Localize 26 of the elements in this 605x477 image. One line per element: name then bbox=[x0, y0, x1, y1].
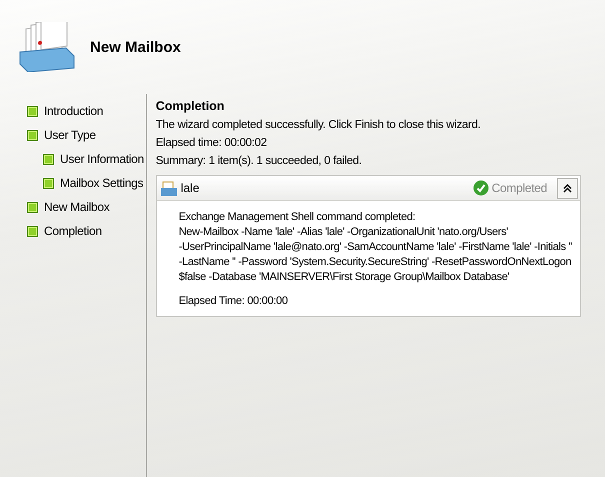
double-chevron-icon bbox=[563, 184, 572, 192]
mailbox-icon bbox=[160, 180, 177, 196]
summary-text: The wizard completed successfully. Click Finish to close this wizard. bbox=[156, 118, 482, 133]
status-marker-icon bbox=[27, 130, 38, 140]
mailbox-tray-icon bbox=[18, 22, 76, 72]
step-label[interactable]: Completion bbox=[44, 224, 102, 238]
wizard-title: New Mailbox bbox=[90, 38, 181, 56]
status-marker-icon bbox=[43, 154, 54, 164]
command-output: Exchange Management Shell command completed: New-Mailbox -Name 'lale' -Alias 'lale' -OrganizationalUnit 'nato.org/Users' -UserPrincipalName 'lale@nato.org' -SamAccountName 'lale' -FirstName 'lale' -Initials '' -LastName '' -Password 'System.Security.SecureString' -ResetPasswordOnNextLogon $false -Database 'MAINSERVER\First Storage Group\Mailbox Database' bbox=[178, 210, 573, 285]
summary-text: Elapsed time: 00:00:02 bbox=[156, 136, 268, 151]
step-label[interactable]: Introduction bbox=[44, 104, 104, 118]
step-label[interactable]: New Mailbox bbox=[44, 200, 110, 214]
status-marker-icon bbox=[43, 178, 54, 188]
step-label[interactable]: User Information bbox=[60, 152, 144, 166]
step-label[interactable]: Mailbox Settings bbox=[60, 176, 144, 190]
item-name: lale bbox=[180, 181, 200, 195]
section-heading: Completion bbox=[156, 99, 226, 113]
status-marker-icon bbox=[27, 202, 38, 212]
check-icon bbox=[472, 180, 489, 196]
status-marker-icon bbox=[27, 226, 38, 236]
collapse-button[interactable] bbox=[557, 178, 578, 198]
step-label[interactable]: User Type bbox=[44, 128, 96, 142]
elapsed-time: Elapsed Time: 00:00:00 bbox=[178, 295, 289, 309]
summary-text: Summary: 1 item(s). 1 succeeded, 0 failed. bbox=[156, 154, 363, 169]
status-marker-icon bbox=[27, 106, 38, 116]
status-label: Completed bbox=[492, 181, 547, 195]
